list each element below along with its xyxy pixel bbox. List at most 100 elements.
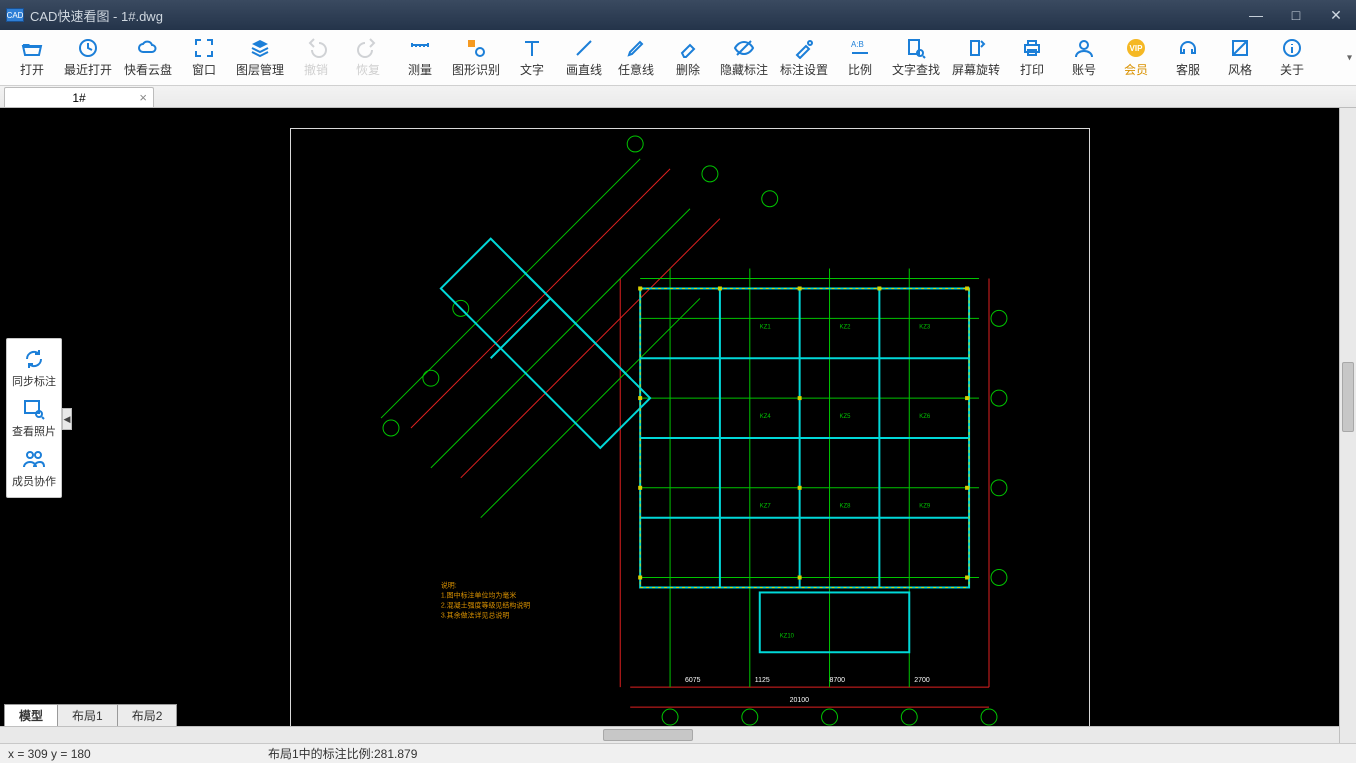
account-button[interactable]: 账号 [1058, 32, 1110, 84]
toolbar-label: 账号 [1072, 61, 1096, 78]
free-line-button[interactable]: 任意线 [610, 32, 662, 84]
layout-tab-model[interactable]: 模型 [4, 704, 58, 726]
shape-recognize-button[interactable]: 图形识别 [446, 32, 506, 84]
toolbar-label: 测量 [408, 61, 432, 78]
svg-text:8700: 8700 [830, 677, 846, 684]
status-bar: x = 309 y = 180 布局1中的标注比例:281.879 [0, 743, 1356, 763]
measure-button[interactable]: 测量 [394, 32, 446, 84]
toolbar-label: 打开 [20, 61, 44, 78]
scale-button[interactable]: A:B 比例 [834, 32, 886, 84]
scroll-thumb[interactable] [1342, 362, 1354, 432]
canvas-area: 同步标注 查看照片 成员协作 ◀ [0, 108, 1356, 743]
minimize-button[interactable]: — [1236, 0, 1276, 30]
hide-annotation-button[interactable]: 隐藏标注 [714, 32, 774, 84]
svg-text:3.其余做法详见总说明: 3.其余做法详见总说明 [441, 610, 510, 619]
layout-tab-1[interactable]: 布局1 [57, 704, 118, 726]
folder-open-icon [21, 37, 43, 59]
sync-icon [22, 347, 46, 371]
vip-icon: VIP [1125, 37, 1147, 59]
style-button[interactable]: 风格 [1214, 32, 1266, 84]
eraser-icon [677, 37, 699, 59]
rotate-screen-button[interactable]: 屏幕旋转 [946, 32, 1006, 84]
redo-button[interactable]: 恢复 [342, 32, 394, 84]
toolbar-label: 风格 [1228, 61, 1252, 78]
open-button[interactable]: 打开 [6, 32, 58, 84]
main-toolbar: 打开 最近打开 快看云盘 窗口 图层管理 撤销 恢复 测量 [0, 30, 1356, 86]
toolbar-label: 打印 [1020, 61, 1044, 78]
draw-line-button[interactable]: 画直线 [558, 32, 610, 84]
toolbar-label: 删除 [676, 61, 700, 78]
print-button[interactable]: 打印 [1006, 32, 1058, 84]
support-button[interactable]: 客服 [1162, 32, 1214, 84]
svg-text:KZ1: KZ1 [760, 324, 772, 330]
recent-open-button[interactable]: 最近打开 [58, 32, 118, 84]
close-button[interactable]: ✕ [1316, 0, 1356, 30]
annotation-setting-button[interactable]: 标注设置 [774, 32, 834, 84]
member-collab-button[interactable]: 成员协作 [9, 443, 59, 493]
svg-text:1.图中标注单位均为毫米: 1.图中标注单位均为毫米 [441, 590, 517, 599]
toolbar-label: 比例 [848, 61, 872, 78]
side-label: 成员协作 [12, 473, 56, 489]
side-label: 同步标注 [12, 373, 56, 389]
printer-icon [1021, 37, 1043, 59]
svg-text:VIP: VIP [1130, 44, 1144, 53]
delete-button[interactable]: 删除 [662, 32, 714, 84]
layout-tab-2[interactable]: 布局2 [117, 704, 178, 726]
svg-text:KZ3: KZ3 [919, 324, 931, 330]
about-button[interactable]: 关于 [1266, 32, 1318, 84]
headset-icon [1177, 37, 1199, 59]
layout-tab-label: 布局1 [72, 709, 103, 723]
sync-annotation-button[interactable]: 同步标注 [9, 343, 59, 393]
view-photos-button[interactable]: 查看照片 [9, 393, 59, 443]
side-label: 查看照片 [12, 423, 56, 439]
window-button[interactable]: 窗口 [178, 32, 230, 84]
drawing-canvas[interactable]: KZ1KZ2KZ3 KZ4KZ5KZ6 KZ7KZ8KZ9 KZ10 说明: 1… [0, 108, 1356, 743]
search-doc-icon [905, 37, 927, 59]
title-bar: CAD CAD快速看图 - 1#.dwg — □ ✕ [0, 0, 1356, 30]
file-tab[interactable]: 1# × [4, 87, 154, 107]
close-tab-icon[interactable]: × [139, 90, 147, 105]
side-panel-collapse-button[interactable]: ◀ [62, 408, 72, 430]
svg-text:KZ4: KZ4 [760, 414, 772, 420]
toolbar-label: 最近打开 [64, 61, 112, 78]
file-tab-strip: 1# × [0, 86, 1356, 108]
image-search-icon [22, 397, 46, 421]
toolbar-label: 会员 [1124, 61, 1148, 78]
scroll-thumb[interactable] [603, 729, 693, 741]
toolbar-label: 标注设置 [780, 61, 828, 78]
text-button[interactable]: 文字 [506, 32, 558, 84]
toolbar-label: 恢复 [356, 61, 380, 78]
layout-tab-label: 模型 [19, 709, 43, 723]
side-panel: 同步标注 查看照片 成员协作 [6, 338, 62, 498]
find-text-button[interactable]: 文字查找 [886, 32, 946, 84]
svg-text:2700: 2700 [914, 677, 930, 684]
horizontal-scrollbar[interactable] [0, 726, 1339, 743]
undo-button[interactable]: 撤销 [290, 32, 342, 84]
vip-button[interactable]: VIP 会员 [1110, 32, 1162, 84]
cloud-icon [137, 37, 159, 59]
maximize-button[interactable]: □ [1276, 0, 1316, 30]
line-icon [573, 37, 595, 59]
layout-tab-bar: 模型 布局1 布局2 [4, 706, 176, 726]
redo-icon [357, 37, 379, 59]
svg-text:20100: 20100 [790, 697, 810, 704]
toolbar-label: 图层管理 [236, 61, 284, 78]
toolbar-label: 任意线 [618, 61, 654, 78]
fullscreen-icon [193, 37, 215, 59]
drawing-frame: KZ1KZ2KZ3 KZ4KZ5KZ6 KZ7KZ8KZ9 KZ10 说明: 1… [290, 128, 1090, 728]
cloud-disk-button[interactable]: 快看云盘 [118, 32, 178, 84]
svg-text:1125: 1125 [755, 677, 770, 684]
style-icon [1229, 37, 1251, 59]
svg-text:KZ10: KZ10 [780, 633, 795, 639]
clock-icon [77, 37, 99, 59]
rotate-icon [965, 37, 987, 59]
user-icon [1073, 37, 1095, 59]
vertical-scrollbar[interactable] [1339, 108, 1356, 743]
toolbar-label: 快看云盘 [124, 61, 172, 78]
svg-text:KZ9: KZ9 [919, 504, 931, 510]
toolbar-overflow-caret[interactable]: ▾ [1347, 52, 1352, 63]
info-icon [1281, 37, 1303, 59]
layout-tab-label: 布局2 [132, 709, 163, 723]
layer-manage-button[interactable]: 图层管理 [230, 32, 290, 84]
layers-icon [249, 37, 271, 59]
